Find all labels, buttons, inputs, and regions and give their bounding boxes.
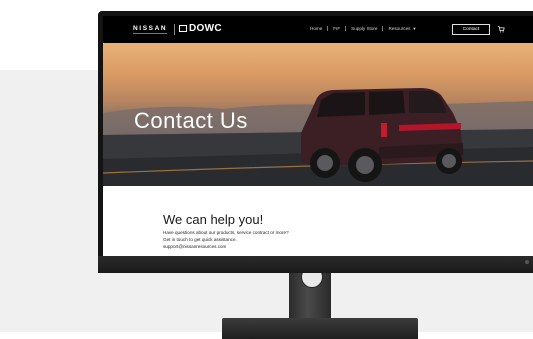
contact-button[interactable]: Contact [452, 24, 490, 35]
logo-divider [174, 24, 175, 35]
help-text-line: Have questions about our products, servi… [163, 230, 289, 235]
nav-supply-store[interactable]: Supply Store [346, 26, 382, 31]
hero-banner: Contact Us [103, 43, 533, 186]
monitor-chin [98, 256, 533, 273]
partner-logo-mark-icon [179, 25, 187, 32]
power-indicator [525, 260, 529, 264]
main-nav: Home FIF Supply Store Resources ▼ [305, 26, 421, 31]
monitor-stand-base [222, 318, 418, 339]
logo-underline [133, 33, 167, 34]
help-heading: We can help you! [163, 212, 264, 227]
partner-logo[interactable]: DOWC [179, 23, 222, 34]
monitor-screen: NISSAN DOWC Home FIF Supply Store Resour… [103, 16, 533, 256]
nav-fif[interactable]: FIF [328, 26, 345, 31]
partner-logo-text: DOWC [189, 23, 222, 34]
nav-home[interactable]: Home [305, 26, 327, 31]
chevron-down-icon: ▼ [412, 26, 417, 31]
nav-resources[interactable]: Resources ▼ [383, 26, 421, 31]
hero-title: Contact Us [134, 108, 248, 133]
site-header: NISSAN DOWC Home FIF Supply Store Resour… [103, 16, 533, 43]
cart-icon[interactable] [497, 25, 505, 33]
support-email-link[interactable]: support@nissanresources.com [163, 244, 226, 249]
nav-resources-label: Resources [388, 26, 411, 31]
nissan-logo[interactable]: NISSAN [133, 25, 167, 32]
help-text-line: Get in touch to get quick assistance. [163, 237, 237, 242]
